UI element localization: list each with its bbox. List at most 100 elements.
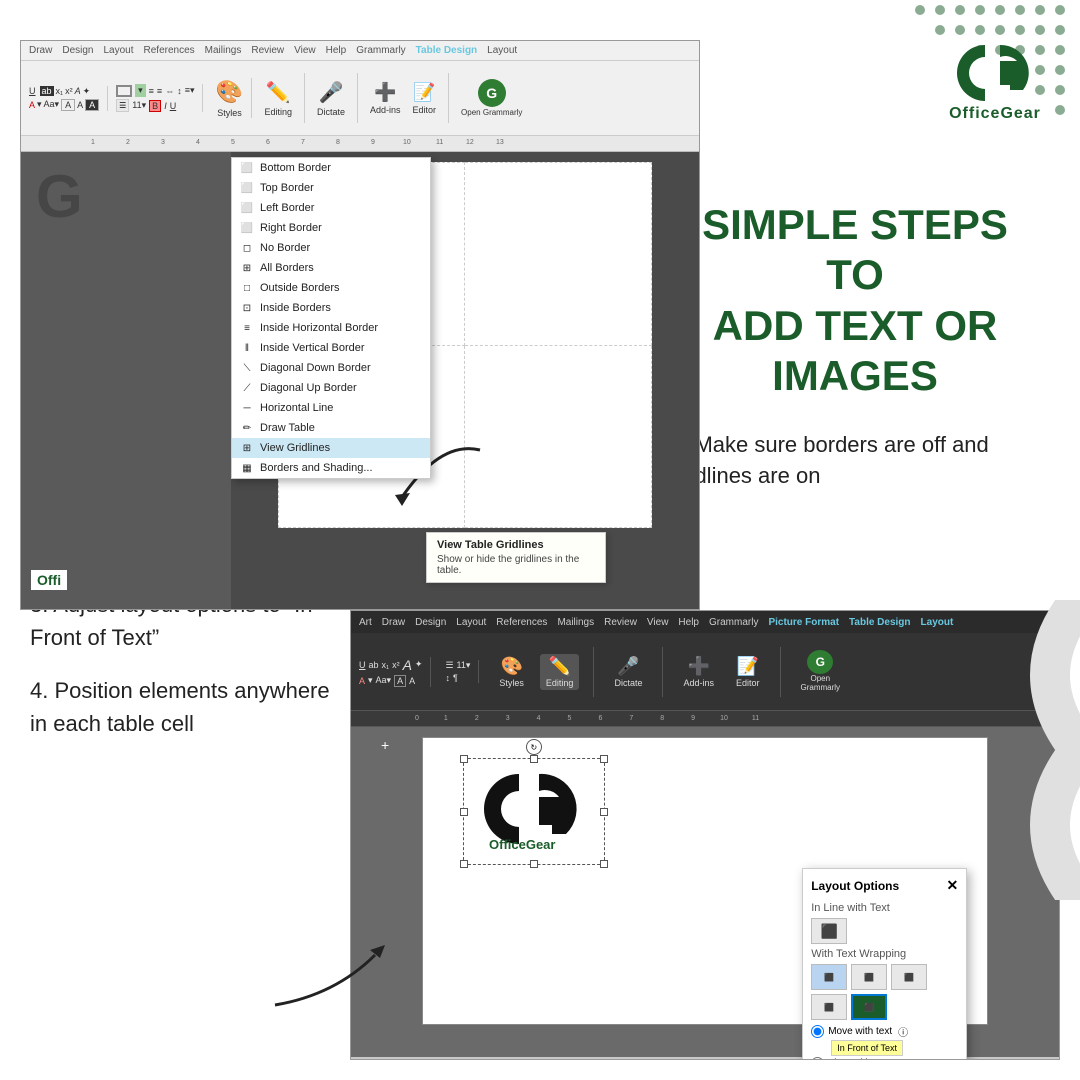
inside-horizontal-icon: ≡ — [240, 321, 254, 335]
in-front-of-text-badge: In Front of Text — [831, 1040, 903, 1056]
dropdown-outside-borders[interactable]: □ Outside Borders — [232, 278, 430, 298]
dark-tab-review[interactable]: Review — [604, 617, 637, 628]
arrow-2 — [255, 925, 395, 1025]
draw-table-icon: ✏ — [240, 421, 254, 435]
wrap-opt-in-front[interactable]: ⬛ — [851, 994, 887, 1020]
right-wave-decoration — [1000, 600, 1080, 900]
tab-view[interactable]: View — [294, 45, 316, 56]
selected-logo-container[interactable]: ↻ OfficeGear — [463, 758, 605, 865]
dark-editor-button[interactable]: 📝 Editor — [730, 654, 766, 690]
diagonal-up-icon: ⟋ — [240, 381, 254, 395]
logo-brand-text: OfficeGear — [949, 105, 1041, 123]
dropdown-draw-table[interactable]: ✏ Draw Table — [232, 418, 430, 438]
wrap-opt-1[interactable]: ⬛ — [811, 964, 847, 990]
officegear-logo-svg — [940, 30, 1050, 105]
dark-tab-draw[interactable]: Draw — [382, 617, 405, 628]
horizontal-line-icon: ─ — [240, 401, 254, 415]
bottom-border-icon: ⬜ — [240, 161, 254, 175]
borders-shading-icon: ▦ — [240, 461, 254, 475]
inside-vertical-icon: ‖ — [240, 341, 254, 355]
addins-button[interactable]: ➕ Add-ins — [370, 82, 401, 115]
screenshot-bottom: Art Draw Design Layout References Mailin… — [350, 610, 1060, 1060]
dark-tab-table-design[interactable]: Table Design — [849, 617, 911, 628]
outside-borders-icon: □ — [240, 281, 254, 295]
tab-review[interactable]: Review — [251, 45, 284, 56]
dropdown-inside-horizontal[interactable]: ≡ Inside Horizontal Border — [232, 318, 430, 338]
logo-in-doc: OfficeGear — [469, 764, 599, 854]
dark-dictate-button[interactable]: 🎤 Dictate — [608, 654, 648, 690]
dropdown-inside-vertical[interactable]: ‖ Inside Vertical Border — [232, 338, 430, 358]
tab-table-design[interactable]: Table Design — [416, 45, 478, 56]
all-borders-icon: ⊞ — [240, 261, 254, 275]
inline-options-row: ⬛ — [811, 918, 958, 944]
dropdown-no-border[interactable]: ◻ No Border — [232, 238, 430, 258]
dropdown-right-border[interactable]: ⬜ Right Border — [232, 218, 430, 238]
dark-tab-references[interactable]: References — [496, 617, 547, 628]
dropdown-diagonal-up[interactable]: ⟋ Diagonal Up Border — [232, 378, 430, 398]
wrap-opt-3[interactable]: ⬛ — [891, 964, 927, 990]
tab-draw[interactable]: Draw — [29, 45, 52, 56]
dark-toolbar: U ab x₁ x² A ✦ A ▾ Aa▾ A A ☰ 11▾ ↕ — [351, 633, 1059, 711]
dropdown-top-border[interactable]: ⬜ Top Border — [232, 178, 430, 198]
dark-styles-button[interactable]: 🎨 Styles — [493, 654, 530, 690]
move-with-text-radio[interactable] — [811, 1025, 824, 1038]
dropdown-all-borders[interactable]: ⊞ All Borders — [232, 258, 430, 278]
layout-panel-close[interactable]: ✕ — [946, 877, 958, 894]
dark-tab-layout[interactable]: Layout — [456, 617, 486, 628]
dropdown-left-border[interactable]: ⬜ Left Border — [232, 198, 430, 218]
inline-with-text-label: In Line with Text — [811, 902, 958, 914]
editor-button[interactable]: 📝 Editor — [413, 82, 437, 115]
borders-dropdown-menu: ⬜ Bottom Border ⬜ Top Border ⬜ Left Bord… — [231, 157, 431, 479]
layout-panel-header: Layout Options ✕ — [811, 877, 958, 894]
tab-layout[interactable]: Layout — [103, 45, 133, 56]
tab-design[interactable]: Design — [62, 45, 93, 56]
tab-layout2[interactable]: Layout — [487, 45, 517, 56]
dictate-button[interactable]: 🎤 Dictate — [317, 80, 345, 117]
diagonal-down-icon: ⟍ — [240, 361, 254, 375]
dark-tab-mailings[interactable]: Mailings — [557, 617, 594, 628]
dropdown-view-gridlines[interactable]: ⊞ View Gridlines — [232, 438, 430, 458]
wrap-opt-4[interactable]: ⬛ — [811, 994, 847, 1020]
view-gridlines-icon: ⊞ — [240, 441, 254, 455]
fix-position-radio[interactable] — [811, 1057, 824, 1060]
logo-container: OfficeGear — [940, 30, 1050, 123]
inline-option-btn[interactable]: ⬛ — [811, 918, 847, 944]
wrap-opt-2[interactable]: ⬛ — [851, 964, 887, 990]
step-1-description: 1. Make sure borders are off and gridlin… — [670, 430, 1030, 492]
move-with-text-row: Move with text ⓘ — [811, 1024, 958, 1039]
dark-grammarly-icon: G — [807, 650, 833, 674]
dark-tab-picture-format[interactable]: Picture Format — [768, 617, 839, 628]
tab-mailings[interactable]: Mailings — [205, 45, 242, 56]
dark-tab-layout2[interactable]: Layout — [921, 617, 954, 628]
tab-help[interactable]: Help — [326, 45, 347, 56]
tooltip-title: View Table Gridlines — [437, 539, 595, 551]
svg-text:OfficeGear: OfficeGear — [489, 837, 555, 852]
inside-borders-icon: ⊡ — [240, 301, 254, 315]
tooltip-description: Show or hide the gridlines in the table. — [437, 554, 595, 576]
dark-grammarly-button[interactable]: G OpenGrammarly — [795, 648, 847, 695]
dark-tab-design[interactable]: Design — [415, 617, 446, 628]
styles-button[interactable]: 🎨 Styles — [215, 78, 252, 118]
open-grammarly-button[interactable]: G Open Grammarly — [461, 79, 522, 118]
dropdown-diagonal-down[interactable]: ⟍ Diagonal Down Border — [232, 358, 430, 378]
dark-tab-help[interactable]: Help — [678, 617, 699, 628]
main-title-area: SIMPLE STEPS TO ADD TEXT OR IMAGES — [680, 200, 1030, 402]
left-border-icon: ⬜ — [240, 201, 254, 215]
with-text-wrapping-label: With Text Wrapping — [811, 948, 958, 960]
dark-tab-art[interactable]: Art — [359, 617, 372, 628]
dropdown-horizontal-line[interactable]: ─ Horizontal Line — [232, 398, 430, 418]
dropdown-borders-shading[interactable]: ▦ Borders and Shading... — [232, 458, 430, 478]
dark-tab-grammarly[interactable]: Grammarly — [709, 617, 758, 628]
editing-button[interactable]: ✏️ Editing — [264, 80, 292, 117]
no-border-icon: ◻ — [240, 241, 254, 255]
dark-tab-view[interactable]: View — [647, 617, 669, 628]
step-4-text: 4. Position elements anywhere in each ta… — [30, 674, 350, 740]
wrapping-options-row-2: ⬛ ⬛ — [811, 994, 958, 1020]
tab-grammarly[interactable]: Grammarly — [356, 45, 405, 56]
tab-references[interactable]: References — [144, 45, 195, 56]
dark-editing-button[interactable]: ✏️ Editing — [540, 654, 580, 690]
dropdown-inside-borders[interactable]: ⊡ Inside Borders — [232, 298, 430, 318]
dark-addins-button[interactable]: ➕ Add-ins — [677, 654, 720, 690]
dropdown-bottom-border[interactable]: ⬜ Bottom Border — [232, 158, 430, 178]
top-border-icon: ⬜ — [240, 181, 254, 195]
